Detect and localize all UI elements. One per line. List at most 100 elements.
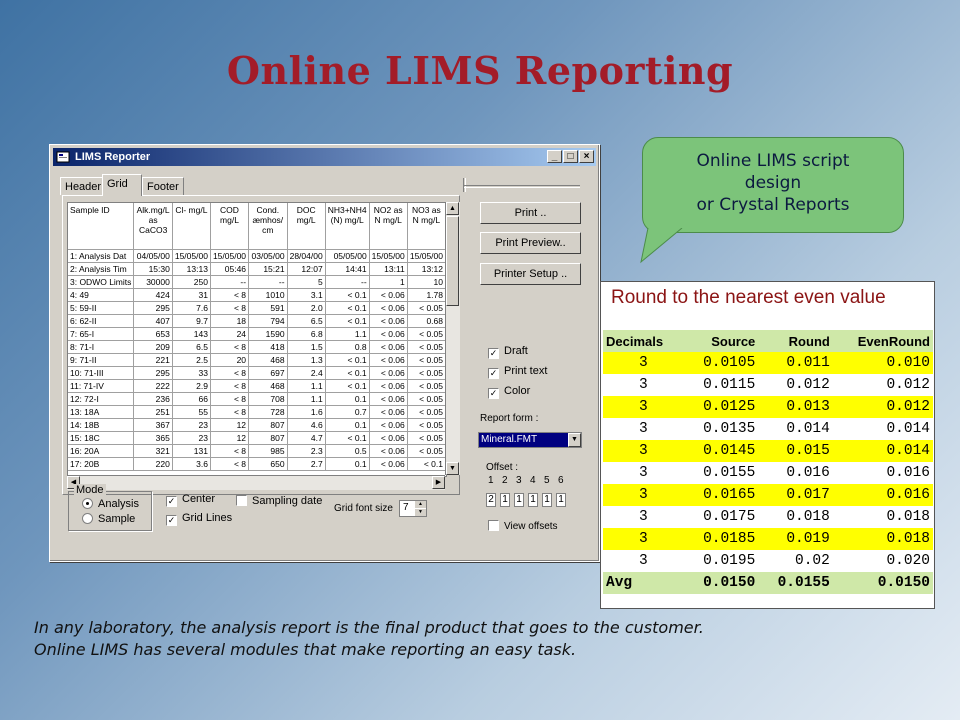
row-label-cell[interactable]: 11: 71-IV <box>68 379 135 393</box>
table-cell[interactable]: 15/05/00 <box>172 249 211 263</box>
table-cell[interactable]: < 0.05 <box>407 379 446 393</box>
table-cell[interactable]: 1010 <box>248 288 288 302</box>
offset-input[interactable]: 1 <box>500 493 510 507</box>
table-cell[interactable]: < 0.06 <box>369 288 408 302</box>
scroll-right-icon[interactable]: ▶ <box>432 476 445 489</box>
table-cell[interactable]: 3.1 <box>287 288 326 302</box>
sampling-date-checkbox[interactable]: Sampling date <box>236 495 322 508</box>
grid-column-header[interactable]: NO3 as N mg/L <box>407 203 446 250</box>
table-cell[interactable]: 321 <box>133 444 173 458</box>
table-cell[interactable]: 985 <box>248 444 288 458</box>
grid-column-header[interactable]: Cond. æmhos/ cm <box>248 203 288 250</box>
table-cell[interactable]: < 0.1 <box>325 288 370 302</box>
row-label-cell[interactable]: 10: 71-III <box>68 366 135 380</box>
printer-setup-button[interactable]: Printer Setup .. <box>480 263 581 285</box>
row-label-cell[interactable]: 17: 20B <box>68 457 135 471</box>
offset-input[interactable]: 1 <box>528 493 538 507</box>
table-cell[interactable]: 794 <box>248 314 288 328</box>
grid-lines-checkbox[interactable]: ✓ Grid Lines <box>166 512 232 526</box>
table-cell[interactable]: 03/05/00 <box>248 249 288 263</box>
table-cell[interactable]: < 0.06 <box>369 340 408 354</box>
table-cell[interactable]: 15/05/00 <box>407 249 446 263</box>
table-cell[interactable]: 15/05/00 <box>369 249 408 263</box>
table-cell[interactable]: 1.1 <box>287 392 326 406</box>
row-label-cell[interactable]: 1: Analysis Dat <box>68 249 135 263</box>
table-cell[interactable]: 221 <box>133 353 173 367</box>
grid-column-header[interactable]: Cl- mg/L <box>172 203 211 250</box>
table-cell[interactable]: 13:13 <box>172 262 211 276</box>
table-cell[interactable]: 6.5 <box>287 314 326 328</box>
color-checkbox[interactable]: ✓ Color <box>488 385 530 399</box>
scroll-thumb[interactable] <box>446 216 459 306</box>
offset-input[interactable]: 1 <box>556 493 566 507</box>
table-row[interactable]: 2: Analysis Tim 15:30 13:13 05:46 15:21 12:07… <box>68 262 446 276</box>
close-button[interactable]: × <box>579 150 594 163</box>
table-cell[interactable]: < 0.06 <box>369 366 408 380</box>
table-row[interactable]: 3: ODWO Limits 30000 250 -- -- 5 -- 1 10 <box>68 275 446 289</box>
table-cell[interactable]: 2.7 <box>287 457 326 471</box>
table-cell[interactable]: < 8 <box>210 366 250 380</box>
table-cell[interactable]: < 0.06 <box>369 379 408 393</box>
table-cell[interactable]: -- <box>248 275 288 289</box>
table-cell[interactable]: 220 <box>133 457 173 471</box>
table-cell[interactable]: < 0.06 <box>369 314 408 328</box>
table-cell[interactable]: 2.0 <box>287 301 326 315</box>
table-cell[interactable]: < 0.05 <box>407 353 446 367</box>
table-cell[interactable]: 0.5 <box>325 444 370 458</box>
grid-column-header[interactable]: NH3+NH4 (N) mg/L <box>325 203 370 250</box>
table-cell[interactable]: 251 <box>133 405 173 419</box>
row-label-cell[interactable]: 3: ODWO Limits <box>68 275 135 289</box>
window-titlebar[interactable]: LIMS Reporter _ □ × <box>53 148 596 166</box>
view-offsets-checkbox[interactable]: View offsets <box>488 520 558 533</box>
table-row[interactable]: 17: 20B 220 3.6 < 8 650 2.7 0.1 < 0.06 < 0.1 <box>68 457 446 471</box>
grid-column-header[interactable]: NO2 as N mg/L <box>369 203 408 250</box>
row-label-cell[interactable]: 13: 18A <box>68 405 135 419</box>
table-cell[interactable]: 1.1 <box>287 379 326 393</box>
grid-vertical-scrollbar[interactable]: ▲ ▼ <box>445 202 460 475</box>
table-cell[interactable]: 0.1 <box>325 392 370 406</box>
table-cell[interactable]: 4.6 <box>287 418 326 432</box>
table-cell[interactable]: < 0.05 <box>407 431 446 445</box>
table-cell[interactable]: < 0.06 <box>369 392 408 406</box>
table-cell[interactable]: 697 <box>248 366 288 380</box>
table-cell[interactable]: 222 <box>133 379 173 393</box>
row-label-cell[interactable]: 9: 71-II <box>68 353 135 367</box>
table-cell[interactable]: < 8 <box>210 340 250 354</box>
table-cell[interactable]: 0.68 <box>407 314 446 328</box>
minimize-button[interactable]: _ <box>547 150 562 163</box>
table-cell[interactable]: 250 <box>172 275 211 289</box>
table-cell[interactable]: 653 <box>133 327 173 341</box>
print-text-checkbox[interactable]: ✓ Print text <box>488 365 547 379</box>
table-cell[interactable]: 708 <box>248 392 288 406</box>
table-cell[interactable]: 2.3 <box>287 444 326 458</box>
scroll-down-icon[interactable]: ▼ <box>446 462 459 475</box>
table-row[interactable]: 15: 18C 365 23 12 807 4.7 < 0.1 < 0.06 < 0.05 <box>68 431 446 445</box>
table-cell[interactable]: 12 <box>210 431 250 445</box>
table-cell[interactable]: 1 <box>369 275 408 289</box>
grid-column-header[interactable]: COD mg/L <box>210 203 250 250</box>
table-cell[interactable]: 24 <box>210 327 250 341</box>
table-cell[interactable]: 15:21 <box>248 262 288 276</box>
table-cell[interactable]: 04/05/00 <box>133 249 173 263</box>
table-cell[interactable]: < 8 <box>210 379 250 393</box>
offset-input[interactable]: 1 <box>542 493 552 507</box>
table-cell[interactable]: < 0.1 <box>325 431 370 445</box>
table-cell[interactable]: 1.3 <box>287 353 326 367</box>
table-row[interactable]: 7: 65-I 653 143 24 1590 6.8 1.1 < 0.06 < 0.05 <box>68 327 446 341</box>
table-cell[interactable]: < 0.05 <box>407 392 446 406</box>
table-cell[interactable]: < 8 <box>210 457 250 471</box>
table-cell[interactable]: 9.7 <box>172 314 211 328</box>
results-grid[interactable]: Sample ID Alk.mg/L as CaCO3 Cl- mg/L COD mg… <box>67 202 447 477</box>
table-row[interactable]: 4: 49 424 31 < 8 1010 3.1 < 0.1 < 0.06 1.78 <box>68 288 446 302</box>
table-cell[interactable]: 4.7 <box>287 431 326 445</box>
scroll-up-icon[interactable]: ▲ <box>446 202 459 215</box>
table-cell[interactable]: 295 <box>133 366 173 380</box>
table-cell[interactable]: 807 <box>248 418 288 432</box>
table-cell[interactable]: 0.8 <box>325 340 370 354</box>
row-label-cell[interactable]: 6: 62-II <box>68 314 135 328</box>
table-cell[interactable]: 2.4 <box>287 366 326 380</box>
table-cell[interactable]: 18 <box>210 314 250 328</box>
tab-footer[interactable]: Footer <box>142 177 184 195</box>
table-cell[interactable]: < 8 <box>210 301 250 315</box>
table-cell[interactable]: < 8 <box>210 392 250 406</box>
